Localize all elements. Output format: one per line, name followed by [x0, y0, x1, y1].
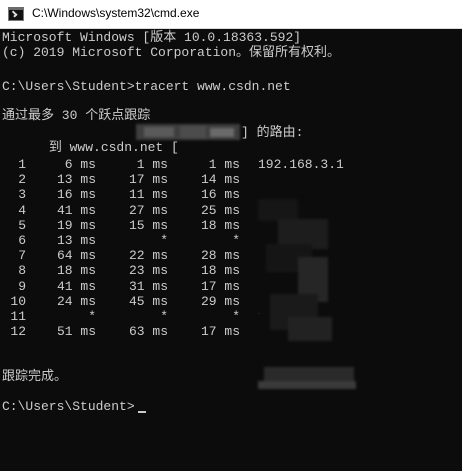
hop-t3: 1 ms: [208, 157, 240, 172]
hop-n: 10: [10, 293, 26, 309]
copyright-line: (c) 2019 Microsoft Corporation。保留所有权利。: [2, 45, 341, 60]
hop-t2: 11 ms: [128, 187, 168, 203]
hop-n: 4: [18, 202, 26, 218]
hop-t3: 17 ms: [200, 278, 240, 294]
hop-t3: 18 ms: [200, 263, 240, 279]
hop-t3: 17 ms: [200, 324, 240, 340]
hop-t1: *: [88, 309, 96, 324]
hop-t2: 63 ms: [128, 324, 168, 340]
trace-intro-line: 通过最多 30 个跃点跟踪: [2, 108, 151, 123]
hop-t1: 51 ms: [56, 324, 96, 340]
hop-t3: *: [232, 309, 240, 324]
hop-n: 12: [10, 324, 26, 340]
text-cursor: [138, 411, 146, 413]
title-bar[interactable]: C:\Windows\system32\cmd.exe: [0, 0, 462, 29]
hop-t2: *: [160, 309, 168, 324]
hop-n: 3: [18, 187, 26, 203]
redacted-ip-block: [136, 124, 240, 140]
hop-t1: 6 ms: [64, 157, 96, 172]
hop-t1: 18 ms: [56, 263, 96, 279]
redacted-route-addresses: [258, 199, 356, 389]
trace-target-suffix: ] 的路由:: [241, 125, 304, 140]
hop-t2: 17 ms: [128, 172, 168, 188]
hop-n: 8: [18, 263, 26, 279]
command-prompt-icon: [8, 7, 24, 21]
hop-n: 6: [18, 233, 26, 248]
hop-t3: 16 ms: [200, 187, 240, 203]
hop-t1: 13 ms: [56, 172, 96, 188]
hop-t3: 29 ms: [200, 293, 240, 309]
hop-t2: 45 ms: [128, 293, 168, 309]
hop-t2: 22 ms: [128, 248, 168, 264]
trace-complete-line: 跟踪完成。: [2, 369, 68, 384]
hop-t2: 27 ms: [128, 202, 168, 218]
window-title: C:\Windows\system32\cmd.exe: [32, 6, 200, 20]
hop-t1: 24 ms: [56, 293, 96, 309]
hop-n: 9: [18, 278, 26, 294]
trace-target-prefix: 到 www.csdn.net [: [48, 140, 179, 155]
hop-t1: 41 ms: [56, 202, 96, 218]
cmd-window: C:\Windows\system32\cmd.exe Microsoft Wi…: [0, 0, 462, 471]
hop-t1: 13 ms: [56, 233, 96, 248]
hop-n: 5: [18, 217, 26, 233]
hop-t1: 19 ms: [56, 217, 96, 233]
hop-t2: 15 ms: [128, 217, 168, 233]
hop-t3: 14 ms: [200, 172, 240, 188]
hop-t3: 25 ms: [200, 202, 240, 218]
hop-t3: 28 ms: [200, 248, 240, 264]
hop-address: 192.168.3.1: [258, 157, 344, 172]
hop-n: 11: [10, 309, 26, 324]
hop-t2: 23 ms: [128, 263, 168, 279]
hop-n: 2: [18, 172, 26, 188]
hop-t2: *: [160, 233, 168, 248]
version-line: Microsoft Windows [版本 10.0.18363.592]: [2, 30, 302, 45]
final-prompt[interactable]: C:\Users\Student>: [2, 399, 135, 414]
console-output[interactable]: Microsoft Windows [版本 10.0.18363.592] (c…: [0, 29, 462, 471]
hop-t2: 31 ms: [128, 278, 168, 294]
hop-t3: 18 ms: [200, 217, 240, 233]
hop-t1: 16 ms: [56, 187, 96, 203]
hop-n: 7: [18, 248, 26, 264]
hop-t1: 64 ms: [56, 248, 96, 264]
tracert-command-line: C:\Users\Student>tracert www.csdn.net: [2, 79, 291, 94]
hop-t2: 1 ms: [136, 157, 168, 172]
hop-t1: 41 ms: [56, 278, 96, 294]
hop-t3: *: [232, 233, 240, 248]
hop-n: 1: [18, 157, 26, 172]
